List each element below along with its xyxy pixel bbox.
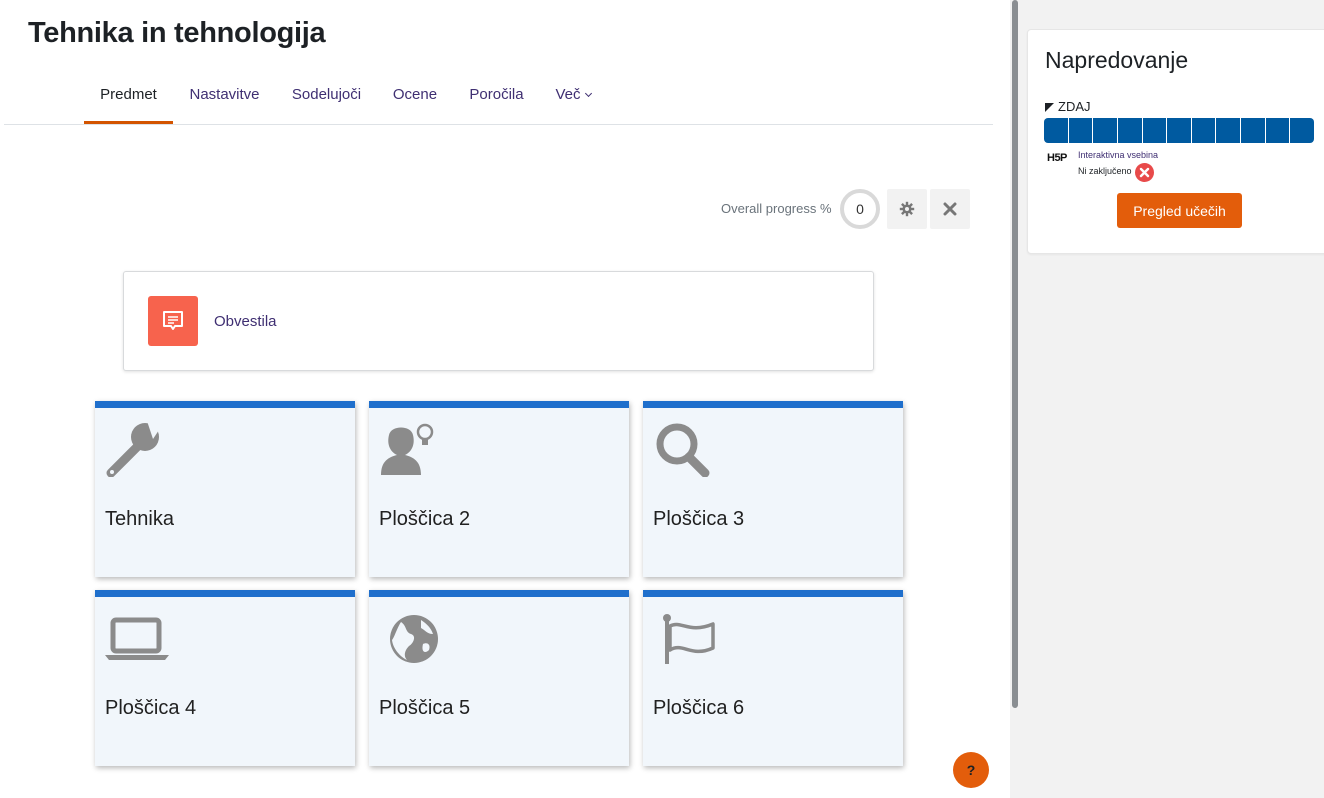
progress-cell[interactable] [1142,118,1167,143]
tab-predmet[interactable]: Predmet [84,70,173,124]
progress-circle: 0 [840,189,880,229]
announcements-card[interactable]: Obvestila [123,271,874,371]
tile-ploscica-4[interactable]: Ploščica 4 [95,590,355,766]
page-title: Tehnika in tehnologija [28,17,326,49]
tab-sodelujoci[interactable]: Sodelujoči [286,70,367,124]
progress-cell[interactable] [1093,118,1117,143]
tab-ocene[interactable]: Ocene [388,70,442,124]
gear-icon [899,201,915,217]
person-idea-icon [377,417,447,477]
progress-cell[interactable] [1068,118,1093,143]
close-icon [943,202,957,216]
tile-ploscica-5[interactable]: Ploščica 5 [369,590,629,766]
tile-ploscica-6[interactable]: Ploščica 6 [643,590,903,766]
progress-cell[interactable] [1117,118,1142,143]
tile-label: Ploščica 2 [379,508,471,530]
tile-ploscica-2[interactable]: Ploščica 2 [369,401,629,577]
magnifier-icon [651,417,721,478]
activity-name[interactable]: Interaktivna vsebina [1078,150,1158,160]
globe-icon [377,606,447,666]
help-button[interactable]: ? [953,752,989,788]
wrench-icon [103,417,173,478]
progress-bar[interactable] [1044,118,1315,143]
close-button[interactable] [930,189,970,229]
now-indicator: ZDAJ [1045,99,1091,114]
students-overview-button[interactable]: Pregled učečih [1117,193,1242,228]
now-arrow-icon [1045,103,1054,112]
tile-label: Ploščica 5 [379,697,471,719]
announcement-icon [148,296,198,346]
progress-cell[interactable] [1191,118,1216,143]
settings-button[interactable] [887,189,927,229]
not-complete-icon [1135,163,1154,182]
tab-nastavitve[interactable]: Nastavitve [184,70,265,124]
announcements-link[interactable]: Obvestila [214,313,277,330]
scrollbar[interactable] [1012,0,1018,708]
laptop-icon [103,606,173,666]
main-content: Tehnika in tehnologija Predmet Nastavitv… [0,0,1010,798]
progress-cell[interactable] [1167,118,1191,143]
tile-label: Tehnika [105,508,174,530]
tab-porocila[interactable]: Poročila [463,70,530,124]
progress-cell[interactable] [1290,118,1315,143]
tile-label: Ploščica 3 [653,508,745,530]
progress-cell[interactable] [1241,118,1265,143]
activity-status: Ni zaključeno [1078,166,1132,176]
tile-label: Ploščica 4 [105,697,197,719]
chevron-down-icon [584,89,592,98]
block-title: Napredovanje [1045,47,1189,73]
now-label: ZDAJ [1058,99,1091,114]
flag-icon [651,606,721,666]
progress-block: Napredovanje ZDAJ H5P Interaktivna vsebi… [1027,29,1324,254]
tile-ploscica-3[interactable]: Ploščica 3 [643,401,903,577]
right-sidebar: Napredovanje ZDAJ H5P Interaktivna vsebi… [1010,0,1324,798]
course-nav: Predmet Nastavitve Sodelujoči Ocene Poro… [4,70,993,125]
progress-cell[interactable] [1265,118,1290,143]
tile-tehnika[interactable]: Tehnika [95,401,355,577]
progress-cell[interactable] [1044,118,1068,143]
h5p-logo: H5P [1047,152,1067,164]
overall-progress-label: Overall progress % [721,201,832,216]
progress-cell[interactable] [1216,118,1241,143]
tab-vec[interactable]: Več [548,70,598,124]
tile-label: Ploščica 6 [653,697,745,719]
tab-vec-label: Več [555,86,581,103]
